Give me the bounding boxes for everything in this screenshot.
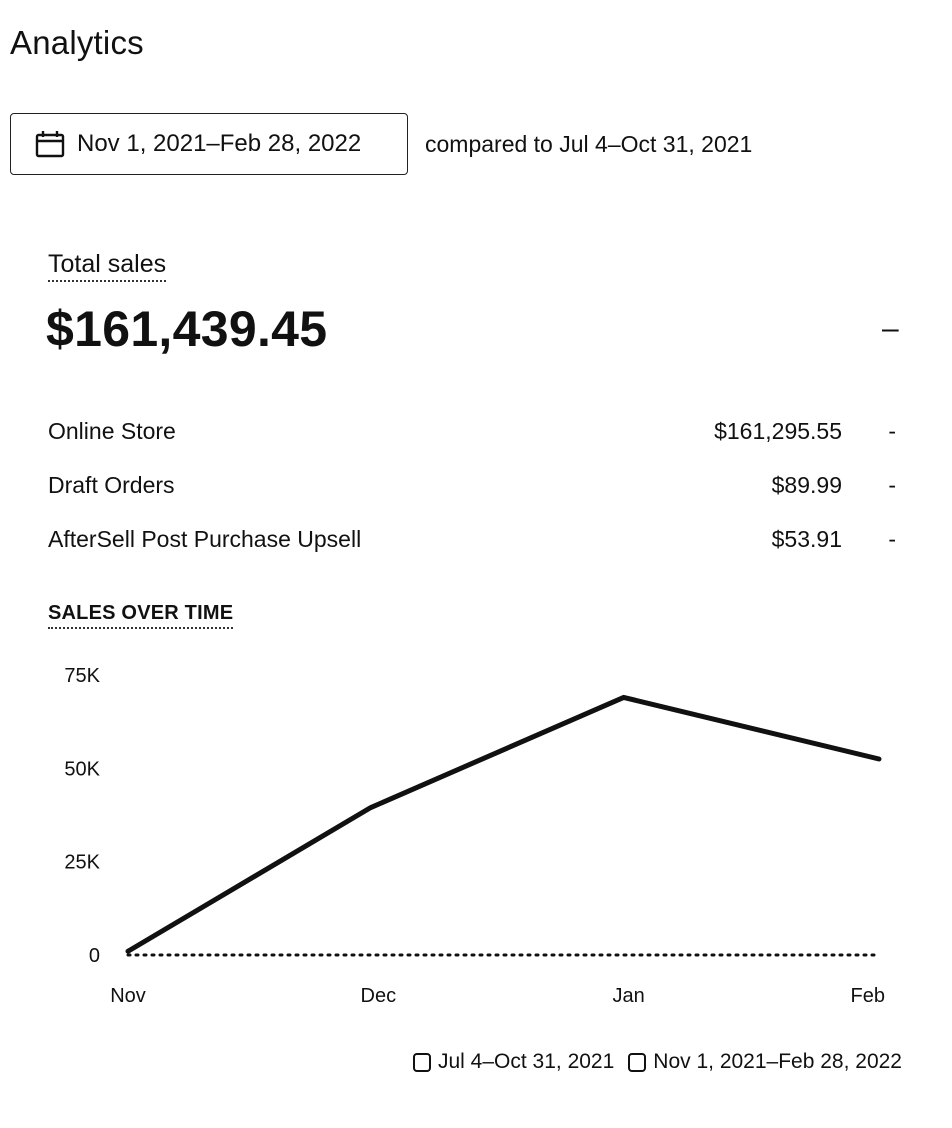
- date-range-label: Nov 1, 2021–Feb 28, 2022: [77, 130, 362, 157]
- breakdown-row-draft-orders: Draft Orders $89.99 -: [48, 458, 900, 512]
- page-title: Analytics: [10, 24, 144, 61]
- channel-amount: $53.91: [771, 526, 842, 552]
- sales-over-time-chart: 0 25K 50K 75K Nov Dec Jan Feb: [64, 665, 885, 1007]
- channel-name: Online Store: [48, 418, 176, 444]
- y-tick-label: 75K: [64, 665, 100, 687]
- channel-change: -: [888, 526, 896, 552]
- y-tick-label: 25K: [64, 852, 100, 874]
- channel-name: AfterSell Post Purchase Upsell: [48, 526, 362, 552]
- channel-name: Draft Orders: [48, 472, 175, 498]
- chart-legend: Jul 4–Oct 31, 2021 Nov 1, 2021–Feb 28, 2…: [413, 1050, 902, 1074]
- channel-amount: $161,295.55: [714, 418, 842, 444]
- channel-change: -: [888, 472, 896, 498]
- channel-change: -: [888, 418, 896, 444]
- total-sales-change: –: [882, 312, 899, 345]
- date-range-button[interactable]: Nov 1, 2021–Feb 28, 2022: [10, 113, 408, 175]
- sales-over-time-title[interactable]: SALES OVER TIME: [48, 602, 234, 629]
- sales-breakdown-list: Online Store $161,295.55 - Draft Orders …: [48, 404, 900, 566]
- legend-item-current[interactable]: Nov 1, 2021–Feb 28, 2022: [628, 1050, 902, 1074]
- legend-label-current: Nov 1, 2021–Feb 28, 2022: [653, 1050, 902, 1073]
- x-tick-label: Feb: [851, 985, 885, 1007]
- x-tick-label: Dec: [361, 985, 397, 1007]
- legend-swatch-previous: [413, 1052, 431, 1072]
- compare-range-text: compared to Jul 4–Oct 31, 2021: [425, 130, 753, 157]
- breakdown-row-online-store: Online Store $161,295.55 -: [48, 404, 900, 458]
- legend-swatch-current: [628, 1052, 647, 1072]
- calendar-icon: [35, 130, 65, 158]
- legend-label-previous: Jul 4–Oct 31, 2021: [438, 1050, 615, 1073]
- channel-amount: $89.99: [771, 472, 842, 498]
- legend-item-previous[interactable]: Jul 4–Oct 31, 2021: [413, 1050, 614, 1074]
- y-tick-label: 0: [89, 945, 100, 967]
- series-line-current: [125, 694, 882, 954]
- x-tick-label: Nov: [110, 985, 146, 1007]
- breakdown-row-aftersell: AfterSell Post Purchase Upsell $53.91 -: [48, 512, 900, 566]
- y-tick-label: 50K: [64, 758, 100, 780]
- date-filter-bar: Nov 1, 2021–Feb 28, 2022 compared to Jul…: [10, 112, 752, 176]
- total-sales-label[interactable]: Total sales: [48, 250, 167, 282]
- x-tick-label: Jan: [613, 985, 645, 1007]
- total-sales-value: $161,439.45: [46, 301, 328, 357]
